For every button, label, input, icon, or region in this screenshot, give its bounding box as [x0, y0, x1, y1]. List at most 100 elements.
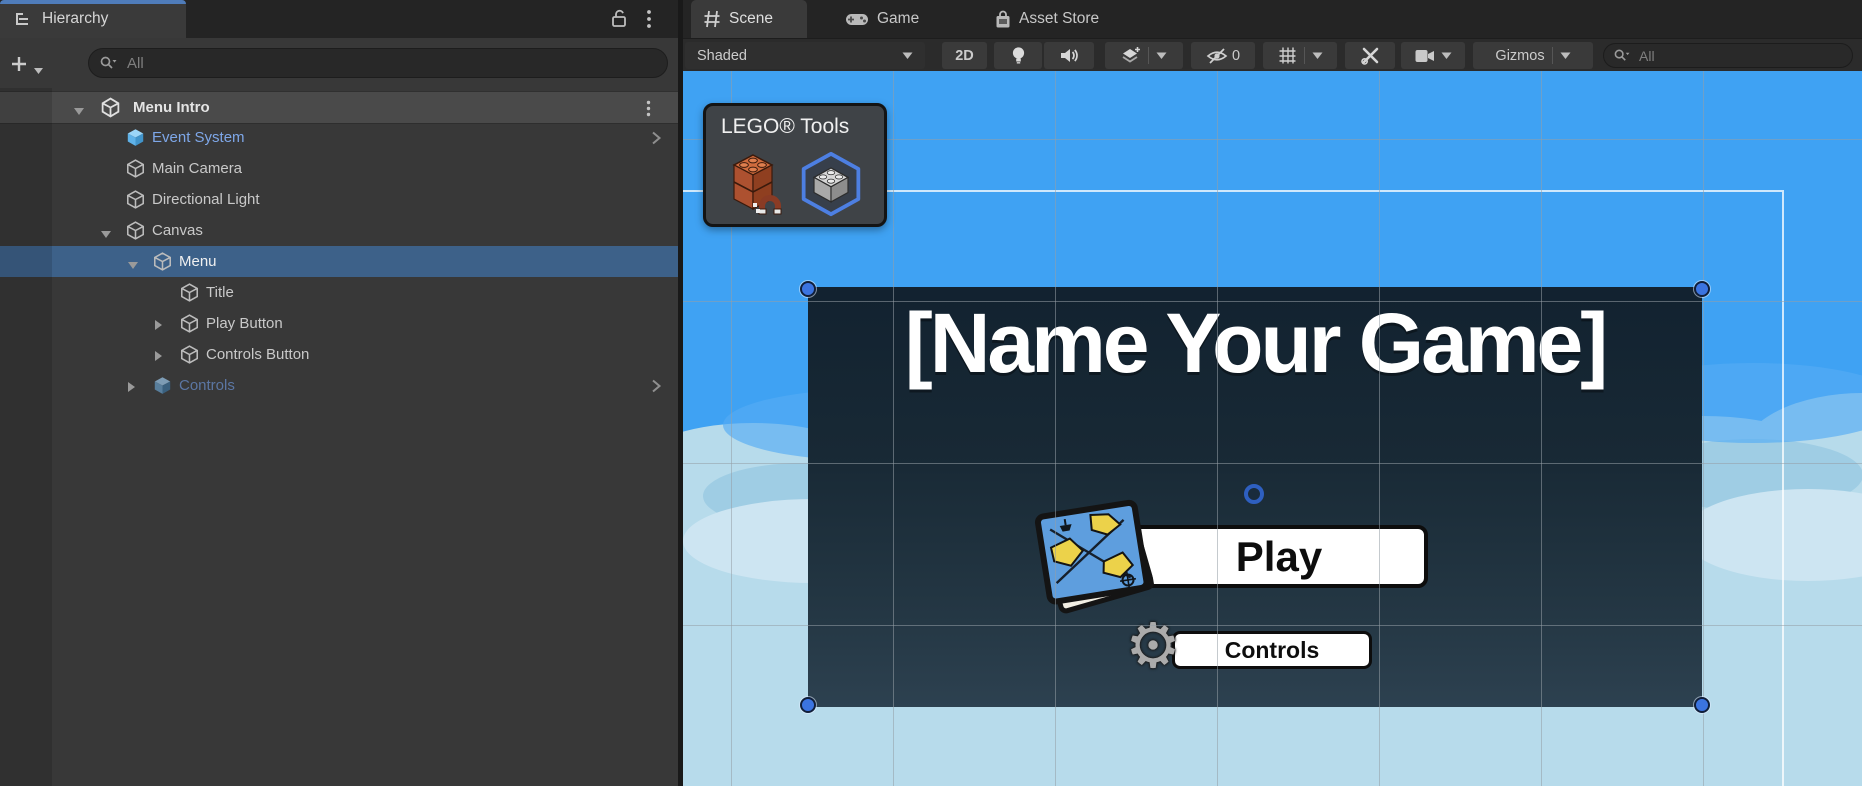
scene-search[interactable] — [1603, 43, 1853, 68]
gameobject-cube-icon — [180, 345, 199, 369]
scene-tabstrip: Scene Game Asset Store — [683, 0, 1862, 38]
effects-caret-icon[interactable] — [1156, 52, 1167, 60]
hierarchy-search-input[interactable] — [125, 54, 657, 73]
create-object-button[interactable] — [10, 55, 28, 78]
gizmos-caret-icon[interactable] — [1560, 52, 1571, 60]
hierarchy-row-controls-button[interactable]: Controls Button — [0, 339, 678, 370]
scene-tab-icon — [703, 10, 721, 28]
gizmos-label: Gizmos — [1495, 48, 1544, 64]
dropdown-caret-icon — [902, 52, 913, 60]
tab-scene[interactable]: Scene — [691, 0, 807, 38]
disclosure-open-icon[interactable] — [127, 257, 139, 275]
gameobject-label: Controls — [179, 370, 235, 401]
scene-kebab-icon[interactable] — [646, 100, 651, 122]
scene-header-row[interactable]: Menu Intro — [0, 91, 678, 124]
lock-icon[interactable] — [610, 8, 630, 35]
gameobject-cube-icon — [126, 190, 145, 214]
grid-caret-icon[interactable] — [1312, 52, 1323, 60]
scene-search-input[interactable] — [1637, 47, 1843, 65]
grid-line-vertical — [1703, 71, 1704, 786]
rect-corner-handle[interactable] — [1694, 697, 1710, 713]
hidden-objects-button[interactable]: 0 — [1191, 42, 1255, 69]
gameobject-cube-muted-icon — [153, 376, 172, 400]
effects-icon — [1121, 46, 1141, 65]
gameobject-label: Event System — [152, 122, 245, 153]
scene-tools-button[interactable] — [1345, 42, 1395, 69]
canvas-bounds-outline-right — [1782, 190, 1784, 786]
grid-axis-icon — [1278, 46, 1297, 65]
scene-viewport[interactable]: [Name Your Game] Play C — [683, 71, 1862, 786]
gameobject-label: Play Button — [206, 308, 283, 339]
tab-label: Asset Store — [1019, 10, 1099, 28]
hierarchy-row-directional-light[interactable]: Directional Light — [0, 184, 678, 215]
hierarchy-row-main-camera[interactable]: Main Camera — [0, 153, 678, 184]
scene-effects-button[interactable] — [1105, 42, 1183, 69]
gameobject-label: Menu — [179, 246, 217, 277]
grid-line-vertical — [1055, 71, 1056, 786]
game-title-text: [Name Your Game] — [808, 295, 1702, 392]
scene-lighting-button[interactable] — [994, 42, 1042, 69]
draw-mode-label: Shaded — [697, 48, 747, 64]
pivot-handle[interactable] — [1244, 484, 1264, 504]
tab-hierarchy[interactable]: Hierarchy — [0, 0, 186, 38]
rect-corner-handle[interactable] — [800, 697, 816, 713]
disclosure-closed-icon[interactable] — [154, 318, 163, 336]
gizmos-dropdown[interactable]: Gizmos — [1473, 42, 1593, 69]
hierarchy-row-controls[interactable]: Controls — [0, 370, 678, 401]
gameobject-label: Main Camera — [152, 153, 242, 184]
grid-line-horizontal — [683, 301, 1862, 302]
scene-audio-button[interactable] — [1044, 42, 1094, 69]
grid-line-vertical — [1217, 71, 1218, 786]
play-button[interactable]: Play — [1130, 525, 1428, 588]
toggle-2d-button[interactable]: 2D — [942, 42, 987, 69]
lego-tools-title: LEGO® Tools — [721, 115, 849, 139]
create-object-caret-icon[interactable] — [34, 62, 44, 80]
hidden-count-label: 0 — [1232, 48, 1240, 64]
scene-camera-button[interactable] — [1401, 42, 1465, 69]
map-icon[interactable] — [1032, 497, 1157, 617]
disclosure-closed-icon[interactable] — [154, 349, 163, 367]
hierarchy-search[interactable] — [88, 48, 668, 78]
lightbulb-icon — [1011, 46, 1026, 66]
draw-mode-dropdown[interactable]: Shaded — [685, 42, 925, 69]
grid-line-horizontal — [683, 625, 1862, 626]
tab-label: Scene — [729, 10, 773, 28]
grid-line-vertical — [1379, 71, 1380, 786]
tab-game[interactable]: Game — [833, 0, 939, 38]
separator — [1304, 47, 1305, 64]
disclosure-closed-icon[interactable] — [127, 380, 136, 398]
controls-button-label: Controls — [1225, 637, 1320, 664]
lego-snap-tool-button[interactable] — [720, 150, 786, 218]
hierarchy-row-menu[interactable]: Menu — [0, 246, 678, 277]
disclosure-open-icon[interactable] — [73, 103, 85, 121]
lego-brick-selected-icon — [798, 149, 864, 219]
rect-corner-handle[interactable] — [800, 281, 816, 297]
hierarchy-row-play-button[interactable]: Play Button — [0, 308, 678, 339]
scene-toolbar: Shaded 2D 0 — [683, 38, 1862, 72]
separator — [1552, 47, 1553, 64]
speaker-icon — [1060, 47, 1079, 64]
gameobject-cube-icon — [126, 159, 145, 183]
game-tab-icon — [845, 12, 869, 27]
camera-caret-icon[interactable] — [1441, 52, 1452, 60]
rect-corner-handle[interactable] — [1694, 281, 1710, 297]
grid-visibility-button[interactable] — [1263, 42, 1337, 69]
prefab-chevron-icon[interactable] — [650, 130, 662, 151]
hierarchy-row-event-system[interactable]: Event System — [0, 122, 678, 153]
gameobject-cube-icon — [153, 252, 172, 276]
asset-store-tab-icon — [995, 10, 1011, 29]
controls-button[interactable]: Controls — [1172, 631, 1372, 669]
active-tab-accent — [0, 0, 186, 4]
gameobject-cube-icon — [180, 283, 199, 307]
disclosure-open-icon[interactable] — [100, 226, 112, 244]
prefab-chevron-icon[interactable] — [650, 378, 662, 399]
hierarchy-panel: Hierarchy — [0, 0, 678, 786]
scene-name-label: Menu Intro — [133, 92, 210, 123]
hierarchy-tree: Menu Intro Event SystemMain CameraDirect… — [0, 88, 678, 786]
hierarchy-row-canvas[interactable]: Canvas — [0, 215, 678, 246]
hierarchy-row-title[interactable]: Title — [0, 277, 678, 308]
lego-build-tool-button[interactable] — [798, 150, 864, 218]
tab-asset-store[interactable]: Asset Store — [983, 0, 1133, 38]
kebab-menu-icon[interactable] — [646, 9, 652, 34]
gameobject-cube-icon — [126, 221, 145, 245]
